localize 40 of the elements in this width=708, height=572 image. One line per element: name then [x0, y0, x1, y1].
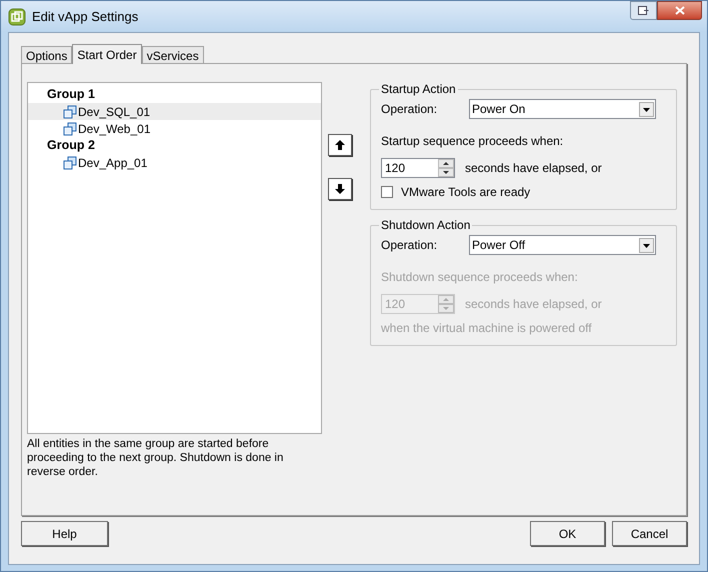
window-icon	[638, 6, 649, 15]
close-icon	[674, 6, 684, 15]
group-label: Group 1	[46, 86, 96, 103]
spinner-arrows-icon	[438, 159, 454, 177]
close-button[interactable]	[657, 1, 702, 20]
virtual-machine-icon	[63, 104, 77, 118]
seconds-label: seconds have elapsed, or	[465, 296, 602, 313]
seconds-label: seconds have elapsed, or	[465, 160, 602, 177]
group-title: Shutdown Action	[380, 217, 472, 234]
move-up-button[interactable]	[328, 134, 352, 156]
restore-button[interactable]	[630, 1, 657, 20]
move-down-button[interactable]	[328, 178, 352, 200]
group-label: Group 2	[46, 137, 96, 154]
down-arrow-icon	[334, 183, 346, 195]
group-title: Startup Action	[380, 81, 457, 98]
dialog-button[interactable]: Cancel	[612, 521, 687, 546]
sequence-label: Shutdown sequence proceeds when:	[381, 269, 579, 286]
condition-text: when the virtual machine is powered off	[381, 320, 593, 337]
tab[interactable]: Options	[21, 46, 72, 63]
seconds-spinner[interactable]: 120	[381, 158, 455, 178]
operation-label: Operation:	[381, 101, 438, 118]
tab[interactable]: Start Order	[72, 44, 142, 64]
order-note: All entities in the same group are started before proceeding to the next group. Shutdown is done in reverse order.	[27, 437, 284, 479]
tab[interactable]: vServices	[142, 46, 204, 63]
checkbox[interactable]	[381, 186, 393, 198]
virtual-machine-icon	[63, 122, 77, 136]
spinner-arrows-icon	[438, 295, 454, 313]
tree-item[interactable]: Dev_App_01	[28, 154, 321, 171]
window-title: Edit vApp Settings	[32, 8, 138, 26]
sequence-label: Startup sequence proceeds when:	[381, 133, 564, 150]
operation-dropdown[interactable]: Power On	[469, 99, 656, 119]
dialog-button[interactable]: Help	[21, 521, 108, 546]
dialog-button[interactable]: OK	[530, 521, 605, 546]
operation-label: Operation:	[381, 237, 438, 254]
tree-item[interactable]: Dev_Web_01	[28, 120, 321, 137]
virtual-machine-icon	[63, 156, 77, 170]
checkbox-label: VMware Tools are ready	[401, 184, 530, 201]
tree-item[interactable]: Dev_SQL_01	[28, 103, 321, 120]
app-icon	[8, 8, 26, 26]
up-arrow-icon	[334, 139, 346, 151]
